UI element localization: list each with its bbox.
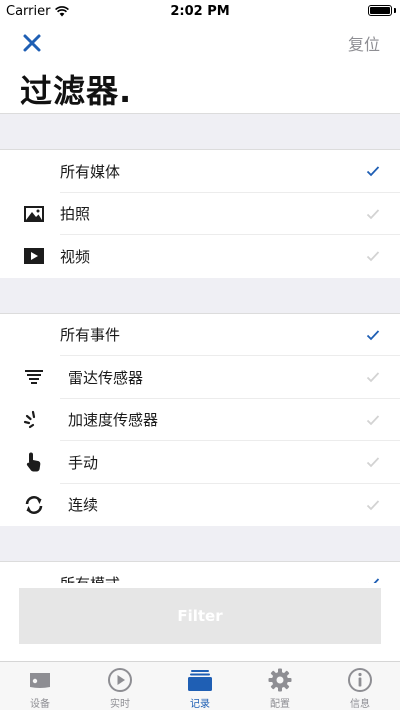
- photo-icon: [24, 205, 44, 222]
- tab-bar: 设备 实时 记录 配置 信息: [0, 661, 400, 710]
- filter-row-accelerometer[interactable]: 加速度传感器: [0, 398, 400, 441]
- row-label: 连续: [68, 496, 99, 515]
- tab-settings[interactable]: 配置: [240, 662, 320, 710]
- filter-row-all-media[interactable]: 所有媒体: [0, 150, 400, 193]
- row-label: 所有媒体: [60, 162, 121, 181]
- continuous-icon: [25, 495, 43, 514]
- filter-button-area: Filter: [0, 583, 400, 661]
- nav-bar: 复位: [0, 22, 400, 62]
- radar-sensor-icon: [25, 370, 43, 385]
- row-label: 加速度传感器: [68, 411, 159, 430]
- row-label: 所有事件: [60, 326, 121, 345]
- checkmark-icon: [366, 372, 380, 383]
- tab-label: 配置: [270, 699, 290, 710]
- tab-device[interactable]: 设备: [0, 662, 80, 710]
- page-title: 过滤器.: [20, 72, 133, 110]
- gear-icon: [268, 668, 292, 692]
- manual-hand-icon: [26, 452, 41, 472]
- close-button[interactable]: [20, 31, 44, 55]
- section-separator: [0, 114, 400, 150]
- tab-info[interactable]: 信息: [320, 662, 400, 710]
- video-icon: [24, 248, 44, 265]
- tab-records[interactable]: 记录: [160, 662, 240, 710]
- row-label: 所有模式: [60, 573, 120, 583]
- close-icon: [23, 34, 41, 52]
- checkmark-icon: [373, 578, 380, 583]
- checkmark-icon: [366, 330, 380, 341]
- tab-label: 信息: [350, 699, 370, 710]
- records-icon: [188, 670, 212, 691]
- checkmark-icon: [366, 457, 380, 468]
- status-time: 2:02 PM: [170, 4, 230, 19]
- row-label: 拍照: [60, 205, 91, 224]
- checkmark-icon: [366, 251, 380, 262]
- play-icon: [108, 668, 132, 692]
- filter-row-manual[interactable]: 手动: [0, 441, 400, 484]
- tab-label: 设备: [30, 699, 50, 710]
- checkmark-icon: [366, 209, 380, 220]
- tab-live[interactable]: 实时: [80, 662, 160, 710]
- row-label: 雷达传感器: [68, 368, 144, 387]
- checkmark-icon: [366, 500, 380, 511]
- filter-row-all-modes[interactable]: 所有模式: [0, 562, 400, 583]
- status-bar: Carrier 2:02 PM: [0, 0, 400, 22]
- info-icon: [348, 668, 372, 692]
- filter-row-continuous[interactable]: 连续: [0, 483, 400, 526]
- accelerometer-icon: [23, 410, 36, 428]
- tab-label: 实时: [110, 699, 130, 710]
- reset-button[interactable]: 复位: [348, 31, 380, 55]
- section-separator: [0, 277, 400, 314]
- checkmark-icon: [366, 166, 380, 177]
- filter-row-radar-sensor[interactable]: 雷达传感器: [0, 356, 400, 399]
- device-icon: [30, 673, 50, 688]
- section-separator: [0, 526, 400, 562]
- filter-row-all-events[interactable]: 所有事件: [0, 313, 400, 356]
- battery-tip: [394, 8, 396, 13]
- row-label: 视频: [60, 247, 91, 266]
- filter-list[interactable]: 所有媒体 拍照 视频 所有事件 雷达传感器 加速度传感器 手动 连续: [0, 113, 400, 583]
- battery-icon: [368, 5, 392, 16]
- row-label: 手动: [68, 453, 99, 472]
- filter-row-photo[interactable]: 拍照: [0, 192, 400, 235]
- filter-row-video[interactable]: 视频: [0, 235, 400, 278]
- filter-button[interactable]: Filter: [19, 588, 381, 644]
- checkmark-icon: [366, 415, 380, 426]
- tab-label: 记录: [190, 699, 210, 710]
